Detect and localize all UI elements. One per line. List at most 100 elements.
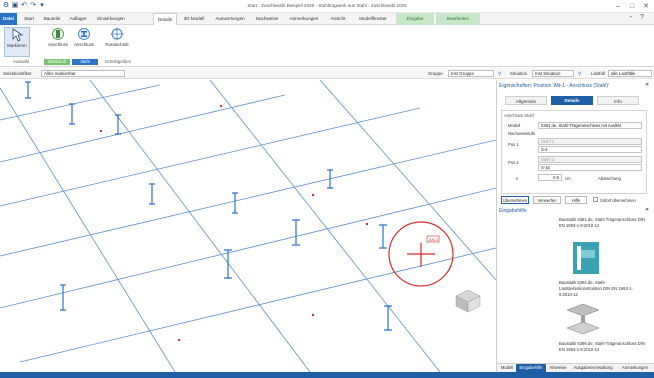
node-point[interactable] (178, 339, 180, 341)
tab-3d-modell[interactable]: 3D Modell (179, 13, 209, 25)
tab-hinweise[interactable]: Hinweise (547, 364, 569, 372)
tab-allgemein[interactable]: Allgemein (505, 96, 547, 105)
tab-ansicht[interactable]: Ansicht (326, 13, 350, 25)
grid-line (0, 139, 496, 257)
help-item-text: Baustatik 5396.de, Stahl-Trägeranschluss… (559, 341, 645, 352)
anschluss-stirnblech-button[interactable]: Anschluss (46, 27, 70, 57)
tab-auswertungen[interactable]: Auswertungen (211, 13, 249, 25)
selection-filter-select[interactable]: Alles markierbar (41, 70, 125, 77)
anschluss-group: Anschluss Stahl Modell 5381 de, Stahl-Tr… (501, 110, 647, 194)
maximize-button[interactable]: □ (626, 1, 638, 12)
connection-marker-label: AN-1 (429, 237, 439, 242)
bottom-tabs: Modell Eingabehilfe Hinweise Ausgabenver… (497, 363, 654, 372)
help-item-text: Baustatik 5381.de, Stahl-Trägeranschluss… (559, 217, 645, 228)
pos1-input[interactable]: S-4 (538, 146, 642, 153)
tab-details-panel[interactable]: Details (551, 96, 593, 105)
node-point[interactable] (100, 130, 102, 132)
tab-ausgabenverwaltung[interactable]: Ausgabenverwaltung (570, 364, 616, 372)
grid-line (0, 87, 176, 372)
steel-column[interactable] (292, 219, 300, 246)
node-point[interactable] (312, 194, 314, 196)
tab-anmerkungen[interactable]: Anmerkungen (284, 13, 324, 25)
steel-column[interactable] (69, 103, 75, 125)
gruppe-select[interactable]: Inst Gruppe (448, 70, 494, 77)
tab-nachweise[interactable]: Nachweise (252, 13, 282, 25)
tab-bearbeiten[interactable]: Bearbeiten (436, 13, 480, 25)
nachweisstufe-label: Nachweisstufe (508, 131, 536, 136)
connection-icon (52, 28, 64, 40)
node-point[interactable] (220, 105, 222, 107)
help-item[interactable]: Baustatik 5381.de, Stahl-Trägeranschluss… (559, 217, 645, 229)
close-button[interactable]: ✕ (640, 1, 652, 12)
steel-column[interactable] (224, 249, 232, 279)
collapse-ribbon-icon[interactable]: ⌃ (628, 15, 634, 23)
situation-label: Situation (510, 71, 528, 76)
window-title: Start - Zuschlussbl Beispiel 2025 - Stah… (247, 3, 407, 8)
steel-column[interactable] (60, 284, 66, 311)
steel-column[interactable] (25, 81, 31, 99)
view-cube-icon[interactable] (455, 289, 481, 313)
ribbon: Markieren Anschluss Anschluss Rundschnit… (0, 25, 654, 67)
grid-line (0, 107, 421, 207)
verwerfen-button[interactable]: Verwerfen (533, 196, 561, 204)
laststeife-illustration (566, 303, 600, 335)
anschluss-label-2: Anschluss (73, 42, 94, 47)
node-point[interactable] (366, 223, 368, 225)
tab-auflager[interactable]: Auflager (65, 13, 91, 25)
steel-column[interactable] (379, 224, 387, 249)
gruppe-label: Gruppe (428, 71, 443, 76)
tab-einwirkungen[interactable]: Einwirkungen (91, 13, 131, 25)
properties-panel: Eigenschaften: Position 'AN-1 - Anschlus… (496, 80, 654, 372)
node-point[interactable] (312, 314, 314, 316)
cursor-icon (12, 28, 24, 42)
panel-close-icon[interactable]: ✕ (645, 82, 649, 88)
modell-select[interactable]: 5381 de, Stahl-Trägeranschluss mit Auslk… (538, 122, 642, 129)
uebernehmen-button[interactable]: Übernehmen (501, 196, 529, 204)
pos1-label: Pos 1 (508, 142, 519, 147)
sofort-label: Sofort übernehmen (600, 198, 636, 203)
markieren-label: Markieren (7, 43, 27, 48)
title-bar: ⚙ ▣ ↶ ↷ ▾ Start - Zuschlussbl Beispiel 2… (0, 0, 654, 13)
tab-info[interactable]: Info (597, 96, 639, 105)
tab-datei[interactable]: Datei (0, 13, 17, 25)
hilfe-button[interactable]: Hilfe (565, 196, 587, 204)
e-input[interactable]: 0.5 (538, 174, 562, 181)
eingabehilfe-close-icon[interactable]: ✕ (645, 207, 649, 213)
lastfall-select[interactable]: alle Lastfälle (608, 70, 652, 77)
help-item[interactable]: Baustatik 5392.de, Stahl-Laststeifenkons… (559, 280, 645, 298)
model-canvas[interactable]: AN-1 (0, 80, 496, 372)
filter-icon[interactable]: ⚲ (498, 71, 501, 77)
tab-eingabe[interactable]: Eingabe (396, 13, 434, 25)
tab-bauteile[interactable]: Bauteile (39, 13, 65, 25)
steel-column[interactable] (115, 114, 121, 135)
minimize-button[interactable]: – (612, 1, 624, 12)
anschluss-stahl-button[interactable]: Anschluss (72, 27, 96, 57)
group-auswahl: Auswahl (13, 59, 29, 64)
tab-anmerkungen-panel[interactable]: Anmerkungen (617, 364, 653, 372)
situation-filter-icon[interactable]: ⚲ (578, 71, 581, 77)
situation-select[interactable]: Inst Situation (532, 70, 574, 77)
steel-columns (25, 81, 392, 331)
tab-modell[interactable]: Modell (499, 364, 515, 372)
status-bar (0, 372, 654, 378)
tab-modellfenster[interactable]: Modellfenster (352, 13, 394, 25)
steel-column[interactable] (149, 183, 155, 205)
tab-start[interactable]: Start (19, 13, 39, 25)
pos2-input[interactable]: S-16 (538, 164, 642, 171)
e-label: e (516, 176, 519, 181)
sofort-checkbox[interactable] (593, 197, 598, 202)
markieren-button[interactable]: Markieren (4, 27, 30, 57)
selected-connection[interactable]: AN-1 (388, 221, 454, 287)
help-icon[interactable]: ? (640, 14, 644, 21)
help-item[interactable]: Baustatik 5396.de, Stahl-Trägeranschluss… (559, 341, 645, 353)
tab-eingabehilfe[interactable]: Eingabehilfe (516, 364, 546, 372)
selection-filter-label: Selektionsfilter (3, 71, 32, 76)
pos2-type: Stahl 2 (538, 156, 642, 163)
rundschnitt-button[interactable]: Rundschnitt (100, 27, 134, 57)
help-item-text: Baustatik 5392.de, Stahl-Laststeifenkons… (559, 280, 633, 297)
anschluss-label-1: Anschluss (47, 42, 68, 47)
section-title: Anschluss Stahl (504, 113, 534, 118)
steel-column[interactable] (232, 192, 238, 214)
model-grid[interactable]: AN-1 (0, 80, 496, 372)
tab-details[interactable]: Details (153, 13, 177, 25)
